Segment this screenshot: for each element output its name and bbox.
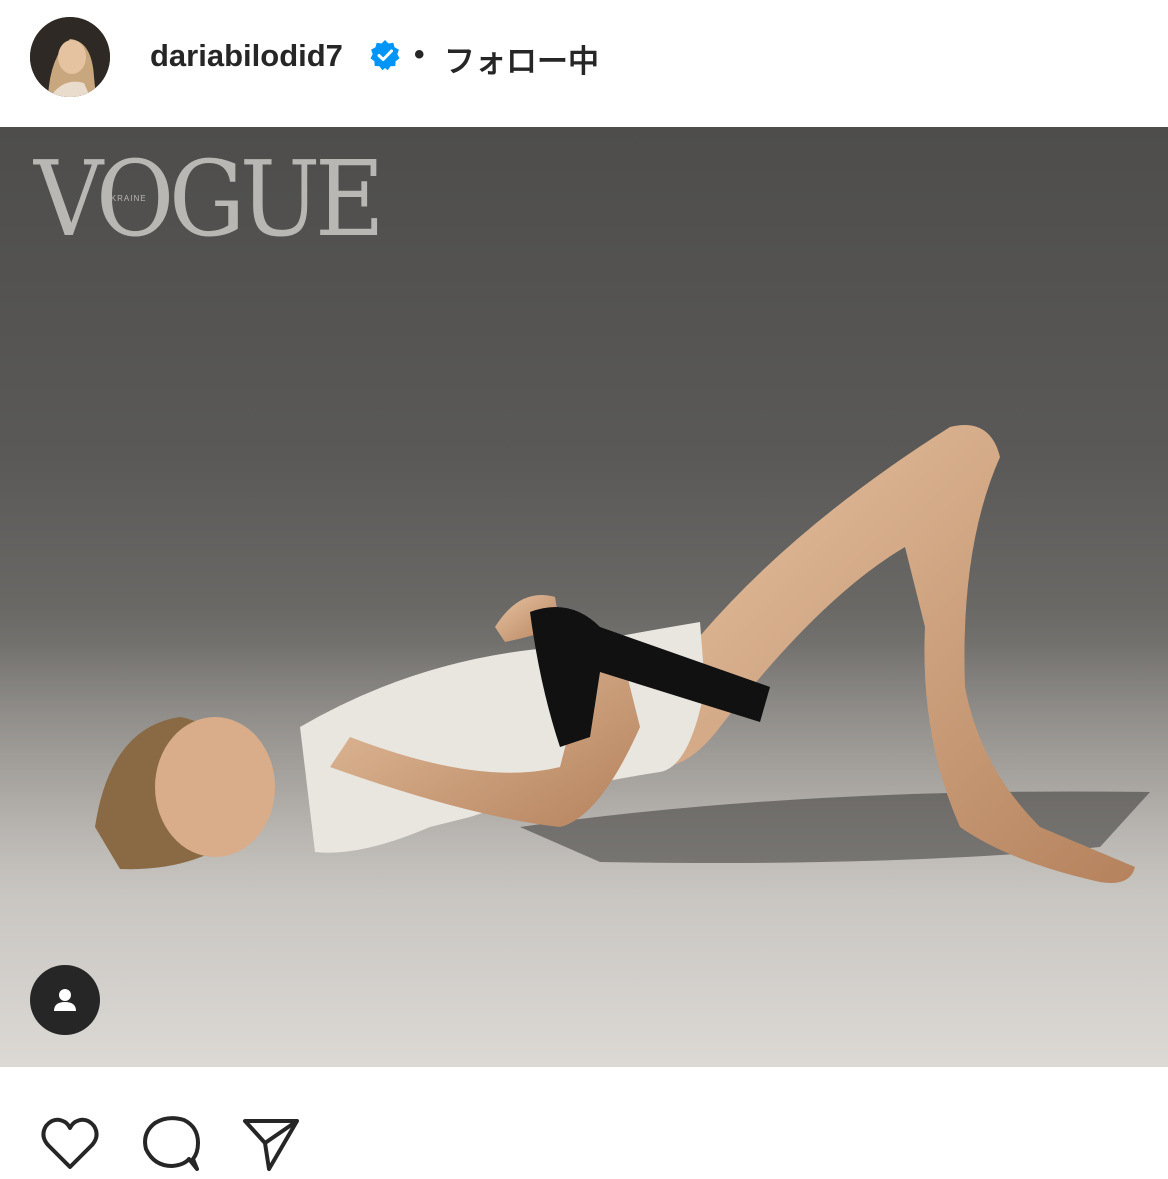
action-bar (0, 1067, 1168, 1179)
tagged-users-button[interactable] (30, 965, 100, 1035)
separator-dot: • (414, 38, 425, 71)
heart-icon[interactable] (38, 1113, 102, 1173)
photo-scene (0, 425, 1168, 1067)
verified-badge-icon (369, 39, 401, 71)
vogue-edition: UKRAINE (104, 194, 147, 203)
post-header: dariabilodid7 • フォロー中 (0, 0, 1168, 127)
send-icon[interactable] (240, 1113, 304, 1173)
avatar[interactable] (30, 17, 110, 97)
comment-icon[interactable] (140, 1113, 204, 1173)
following-button[interactable]: フォロー中 (444, 36, 599, 81)
vogue-logo: VOGUE (34, 138, 385, 260)
post-image[interactable]: VOGUE UKRAINE (0, 127, 1168, 1067)
person-icon (54, 989, 76, 1011)
username[interactable]: dariabilodid7 (150, 38, 343, 74)
